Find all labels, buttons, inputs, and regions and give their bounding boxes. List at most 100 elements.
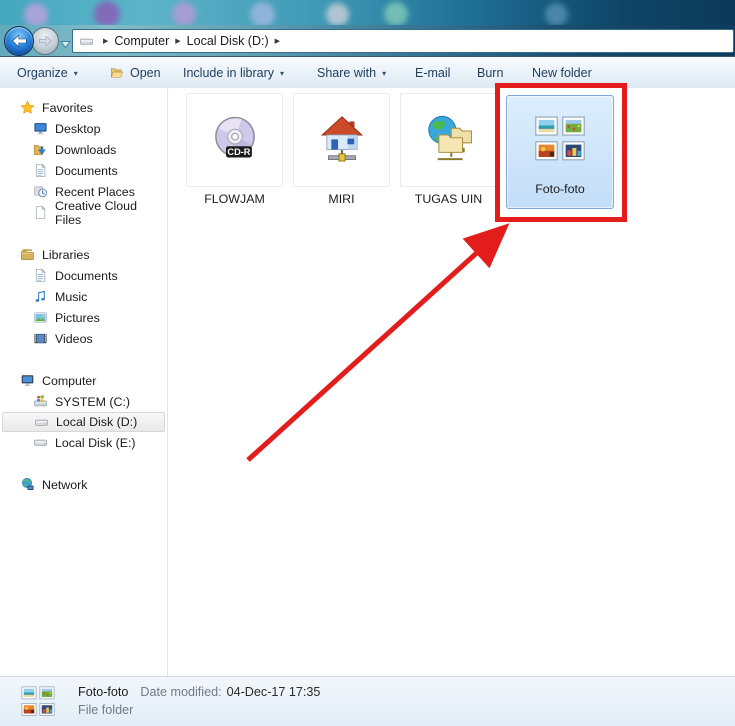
open-folder-icon	[109, 66, 125, 80]
file-icon-box	[293, 93, 390, 187]
toolbar-button-label: Share with	[317, 66, 377, 80]
sidebar-item-desktop[interactable]: Desktop	[2, 118, 165, 139]
file-item-flowjam[interactable]: CD-R FLOWJAM	[186, 93, 283, 206]
sidebar-item-local-disk-d[interactable]: Local Disk (D:)	[2, 412, 165, 432]
toolbar-button-share-with[interactable]: Share with ▾	[317, 57, 386, 89]
address-field[interactable]: ▶ Computer ▶ Local Disk (D:) ▶	[72, 29, 734, 53]
videos-icon	[33, 331, 48, 346]
sidebar: Favorites Desktop Downloads Documents Recent…	[0, 88, 168, 676]
sidebar-item-label: Recent Places	[55, 184, 135, 199]
sidebar-item-label: SYSTEM (C:)	[55, 394, 131, 409]
sidebar-section: Network	[0, 474, 167, 495]
desktop-icon-blur	[250, 2, 275, 25]
sidebar-item-label: Videos	[55, 331, 93, 346]
system-drive-icon	[33, 394, 48, 409]
recent-places-icon	[33, 184, 48, 199]
sidebar-item-label: Desktop	[55, 121, 101, 136]
document-icon	[33, 268, 48, 283]
drive-icon	[33, 435, 48, 450]
toolbar-button-burn[interactable]: Burn	[477, 57, 503, 89]
sidebar-item-pictures[interactable]: Pictures	[2, 307, 165, 328]
toolbar-button-label: Open	[130, 66, 161, 80]
sidebar-item-documents[interactable]: Documents	[2, 265, 165, 286]
sidebar-item-system-c[interactable]: SYSTEM (C:)	[2, 391, 165, 412]
sidebar-item-label: Creative Cloud Files	[55, 198, 137, 227]
toolbar-button-include-in-library[interactable]: Include in library ▾	[183, 57, 284, 89]
address-bar: ▶ Computer ▶ Local Disk (D:) ▶	[0, 25, 735, 58]
breadcrumb-chevron-icon[interactable]: ▶	[275, 38, 280, 45]
sidebar-item-creative-cloud-files[interactable]: Creative Cloud Files	[2, 199, 165, 227]
forward-button[interactable]	[31, 27, 59, 55]
sidebar-item-label: Local Disk (E:)	[55, 435, 136, 450]
toolbar-button-label: New folder	[532, 66, 592, 80]
svg-text:CD-R: CD-R	[227, 147, 250, 157]
file-label: FLOWJAM	[204, 192, 265, 206]
file-label: MIRI	[328, 192, 355, 206]
sidebar-item-videos[interactable]: Videos	[2, 328, 165, 349]
breadcrumb-chevron-icon[interactable]: ▶	[175, 38, 180, 45]
file-icon-box	[400, 93, 497, 187]
file-item-miri[interactable]: MIRI	[293, 93, 390, 206]
sidebar-item-label: Documents	[55, 163, 118, 178]
file-item-foto-foto[interactable]: Foto-foto	[506, 95, 614, 209]
sidebar-section: Libraries Documents Music Pictures Videos	[0, 244, 167, 349]
sidebar-item-label: Music	[55, 289, 88, 304]
forward-arrow-icon	[38, 35, 53, 47]
desktop-icon-blur	[172, 2, 196, 25]
sidebar-section-label: Favorites	[42, 100, 93, 115]
back-arrow-icon	[11, 34, 28, 48]
details-date-label: Date modified:	[140, 685, 222, 699]
file-label: Foto-foto	[535, 182, 585, 196]
details-file-name: Foto-foto	[78, 685, 129, 699]
back-button[interactable]	[4, 26, 34, 56]
sidebar-section: Favorites Desktop Downloads Documents Recent…	[0, 97, 167, 227]
sidebar-item-label: Documents	[55, 268, 118, 283]
pictures-icon	[33, 310, 48, 325]
drive-icon	[78, 34, 95, 49]
details-pane: Foto-foto Date modified: 04-Dec-17 17:35 F…	[0, 676, 735, 726]
sidebar-section-favorites[interactable]: Favorites	[0, 97, 167, 118]
sidebar-item-label: Downloads	[55, 142, 117, 157]
toolbar: Organize ▾ Open Include in library ▾ Share wi…	[0, 56, 735, 89]
sidebar-item-label: Pictures	[55, 310, 100, 325]
dropdown-caret-icon: ▾	[280, 68, 285, 78]
photos-folder-icon	[533, 112, 587, 166]
file-item-tugas-uin[interactable]: TUGAS UIN	[400, 93, 497, 206]
toolbar-button-open[interactable]: Open	[109, 57, 161, 89]
sidebar-item-local-disk-e[interactable]: Local Disk (E:)	[2, 432, 165, 453]
sidebar-section-libraries[interactable]: Libraries	[0, 244, 167, 265]
network-folders-icon	[422, 113, 476, 167]
toolbar-button-e-mail[interactable]: E-mail	[415, 57, 450, 89]
document-icon	[33, 163, 48, 178]
toolbar-button-new-folder[interactable]: New folder	[532, 57, 592, 89]
network-home-icon	[315, 113, 369, 167]
file-icon	[33, 205, 48, 220]
sidebar-section: Computer SYSTEM (C:) Local Disk (D:) Local …	[0, 370, 167, 453]
sidebar-section-network[interactable]: Network	[0, 474, 167, 495]
desktop-icon-blur	[94, 1, 120, 25]
breadcrumb: ▶ Computer ▶ Local Disk (D:) ▶	[97, 34, 286, 48]
sidebar-section-label: Libraries	[42, 247, 90, 262]
drive-icon	[34, 415, 49, 430]
details-pane-icon	[20, 683, 56, 720]
toolbar-button-label: Include in library	[183, 66, 275, 80]
sidebar-section-computer[interactable]: Computer	[0, 370, 167, 391]
file-icon-box	[507, 96, 613, 182]
breadcrumb-chevron-icon[interactable]: ▶	[103, 38, 108, 45]
breadcrumb-item-local-disk-d[interactable]: Local Disk (D:)	[187, 34, 269, 48]
dropdown-caret-icon: ▾	[73, 68, 78, 78]
breadcrumb-item-computer[interactable]: Computer	[114, 34, 169, 48]
history-dropdown-icon[interactable]	[60, 36, 71, 49]
toolbar-button-label: Organize	[17, 66, 68, 80]
desktop-icon	[33, 121, 48, 136]
sidebar-item-documents[interactable]: Documents	[2, 160, 165, 181]
sidebar-section-label: Network	[42, 477, 88, 492]
toolbar-button-label: Burn	[477, 66, 504, 80]
sidebar-item-downloads[interactable]: Downloads	[2, 139, 165, 160]
toolbar-button-organize[interactable]: Organize ▾	[17, 57, 78, 89]
sidebar-section-label: Computer	[42, 373, 97, 388]
downloads-icon	[33, 142, 48, 157]
toolbar-button-label: E-mail	[415, 66, 451, 80]
details-date-value: 04-Dec-17 17:35	[226, 685, 321, 699]
sidebar-item-music[interactable]: Music	[2, 286, 165, 307]
